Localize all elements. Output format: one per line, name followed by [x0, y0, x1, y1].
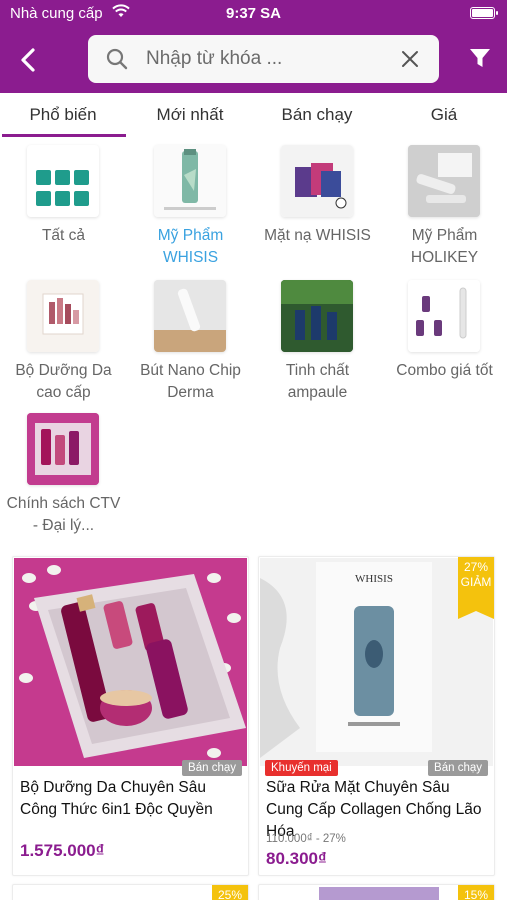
discount-label: GIẢM — [460, 575, 492, 589]
ampoule-image — [281, 280, 353, 352]
gift-set-image — [27, 413, 99, 485]
category-label: Tất cả — [41, 227, 86, 244]
chevron-left-icon — [21, 48, 35, 72]
status-bar: Nhà cung cấp 9:37 SA — [0, 0, 507, 28]
category-combo-deals[interactable]: Combo giá tốt — [381, 280, 507, 400]
filter-icon[interactable] — [469, 47, 491, 69]
battery-icon — [470, 7, 498, 19]
category-label: Chính sách CTV - Đại lý... — [6, 495, 121, 534]
discount-percent: 25% — [217, 888, 243, 900]
search-input[interactable] — [146, 43, 386, 75]
discount-percent: 27% — [463, 560, 489, 574]
holikey-device-image — [408, 145, 480, 217]
category-label: Mỹ Phẩm WHISIS — [157, 227, 224, 266]
category-whisis-cosmetics[interactable]: Mỹ Phẩm WHISIS — [127, 145, 254, 266]
cleanser-tube-image — [154, 145, 226, 217]
category-label: Combo giá tốt — [396, 362, 493, 379]
category-thumbnail — [281, 280, 353, 352]
category-thumbnail — [27, 280, 99, 352]
category-thumbnail — [281, 145, 353, 217]
category-thumbnail — [27, 145, 99, 217]
clear-icon[interactable] — [401, 50, 419, 68]
category-premium-skincare[interactable]: Bộ Dưỡng Da cao cấp — [0, 280, 127, 401]
sort-tabs: Phổ biến Mới nhất Bán chạy Giá — [0, 95, 507, 139]
combo-bottles-image — [408, 280, 480, 352]
tab-newest[interactable]: Mới nhất — [127, 95, 253, 137]
category-label: Mặt nạ WHISIS — [264, 227, 371, 244]
search-bar — [88, 35, 439, 83]
skincare-set-image — [27, 280, 99, 352]
box-brand-text: WHISIS — [355, 573, 393, 585]
category-holikey-cosmetics[interactable]: Mỹ Phẩm HOLIKEY — [381, 145, 507, 266]
clock: 9:37 SA — [225, 5, 282, 22]
original-price: 110.000₫ - 27% — [266, 833, 346, 845]
best-seller-badge: Bán chạy — [182, 760, 242, 776]
mask-pack-image — [281, 145, 353, 217]
product-image — [319, 887, 439, 900]
product-card[interactable]: WHISIS 27% GIẢM Khuyến mại Bán chạy Sữa … — [258, 556, 495, 876]
app-header: Nhà cung cấp 9:37 SA — [0, 0, 507, 93]
back-button[interactable] — [12, 42, 44, 78]
category-thumbnail — [408, 145, 480, 217]
category-thumbnail — [154, 145, 226, 217]
category-partner-policy[interactable]: Chính sách CTV - Đại lý... — [0, 413, 127, 534]
category-label: Tinh chất ampaule — [285, 362, 350, 401]
category-whisis-masks[interactable]: Mặt nạ WHISIS — [254, 145, 381, 265]
category-thumbnail — [154, 280, 226, 352]
category-label: Mỹ Phẩm HOLIKEY — [410, 227, 479, 266]
category-ampoule-serum[interactable]: Tinh chất ampaule — [254, 280, 381, 401]
category-all[interactable]: Tất cả — [0, 145, 127, 265]
category-label: Bút Nano Chip Derma — [140, 362, 241, 401]
product-image — [14, 558, 247, 766]
category-nano-chip-derma-pen[interactable]: Bút Nano Chip Derma — [127, 280, 254, 401]
skincare-gift-box-image — [14, 558, 247, 766]
category-thumbnail — [27, 413, 99, 485]
product-card[interactable]: Bán chạy Bộ Dưỡng Da Chuyên Sâu Công Thứ… — [12, 556, 249, 876]
search-icon — [106, 48, 128, 70]
category-thumbnail — [408, 280, 480, 352]
discount-badge: 15% — [458, 885, 494, 900]
category-label: Bộ Dưỡng Da cao cấp — [15, 362, 112, 401]
best-seller-badge: Bán chạy — [428, 760, 488, 776]
discount-percent: 15% — [463, 888, 489, 900]
grid-icon — [36, 170, 89, 206]
product-price: 80.300₫ — [266, 849, 327, 868]
product-name: Bộ Dưỡng Da Chuyên Sâu Công Thức 6in1 Độ… — [20, 779, 213, 818]
tab-price[interactable]: Giá — [381, 95, 507, 137]
promotion-badge: Khuyến mại — [265, 760, 338, 776]
tab-best-selling[interactable]: Bán chạy — [254, 95, 380, 137]
product-card[interactable]: 15% — [258, 884, 495, 900]
discount-badge: 27% GIẢM — [458, 557, 494, 619]
product-card[interactable]: 25% — [12, 884, 249, 900]
product-price: 1.575.000₫ — [20, 841, 105, 860]
tab-popular[interactable]: Phổ biến — [0, 95, 126, 137]
derma-pen-image — [154, 280, 226, 352]
discount-badge: 25% — [212, 885, 248, 900]
